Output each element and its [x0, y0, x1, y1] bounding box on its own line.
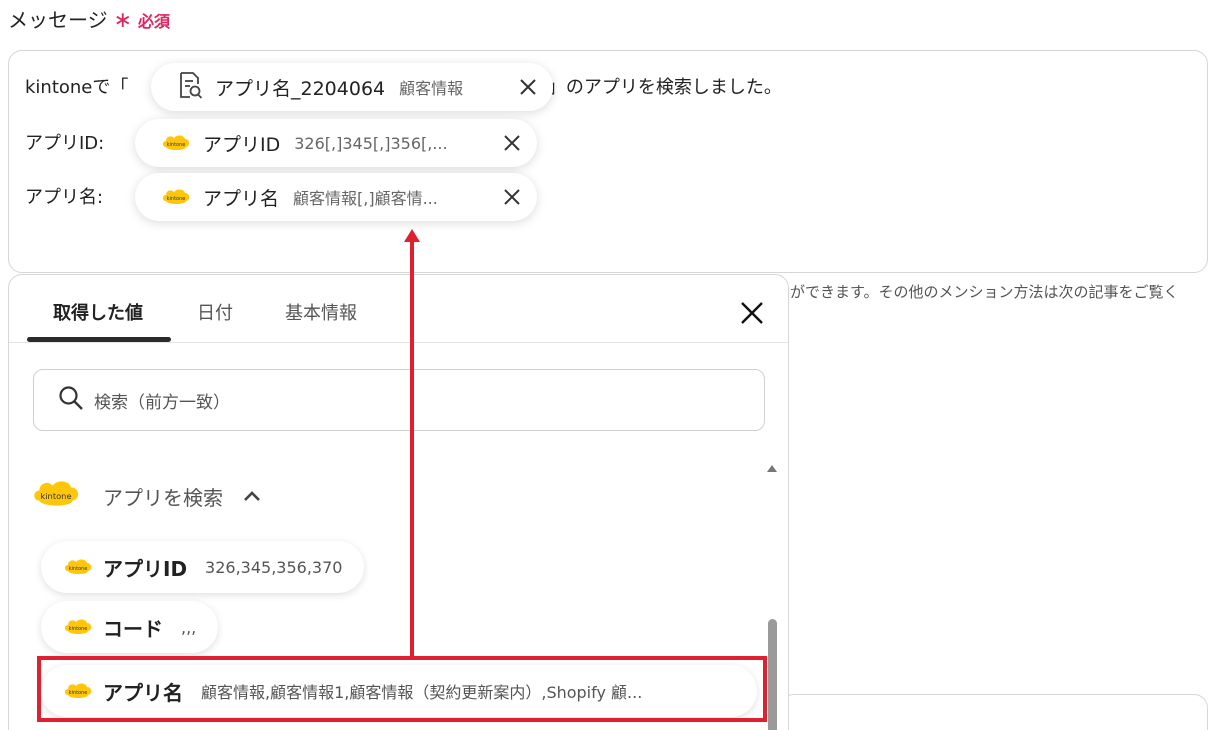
- annotation-arrow: [404, 229, 420, 656]
